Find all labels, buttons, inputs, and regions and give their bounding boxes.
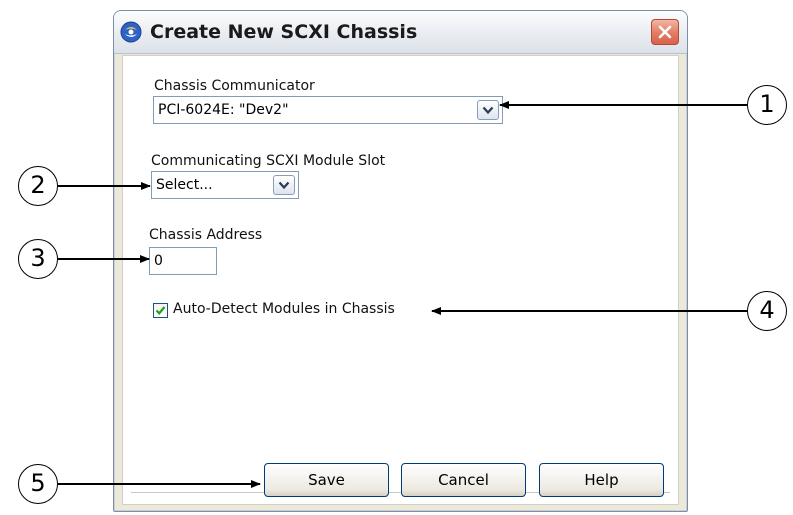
callout-5: 5	[18, 464, 58, 504]
callout-3: 3	[18, 239, 58, 279]
callout-4: 4	[747, 291, 787, 331]
callout-1: 1	[747, 85, 787, 125]
callout-2: 2	[18, 166, 58, 206]
callout-arrows	[58, 101, 747, 488]
